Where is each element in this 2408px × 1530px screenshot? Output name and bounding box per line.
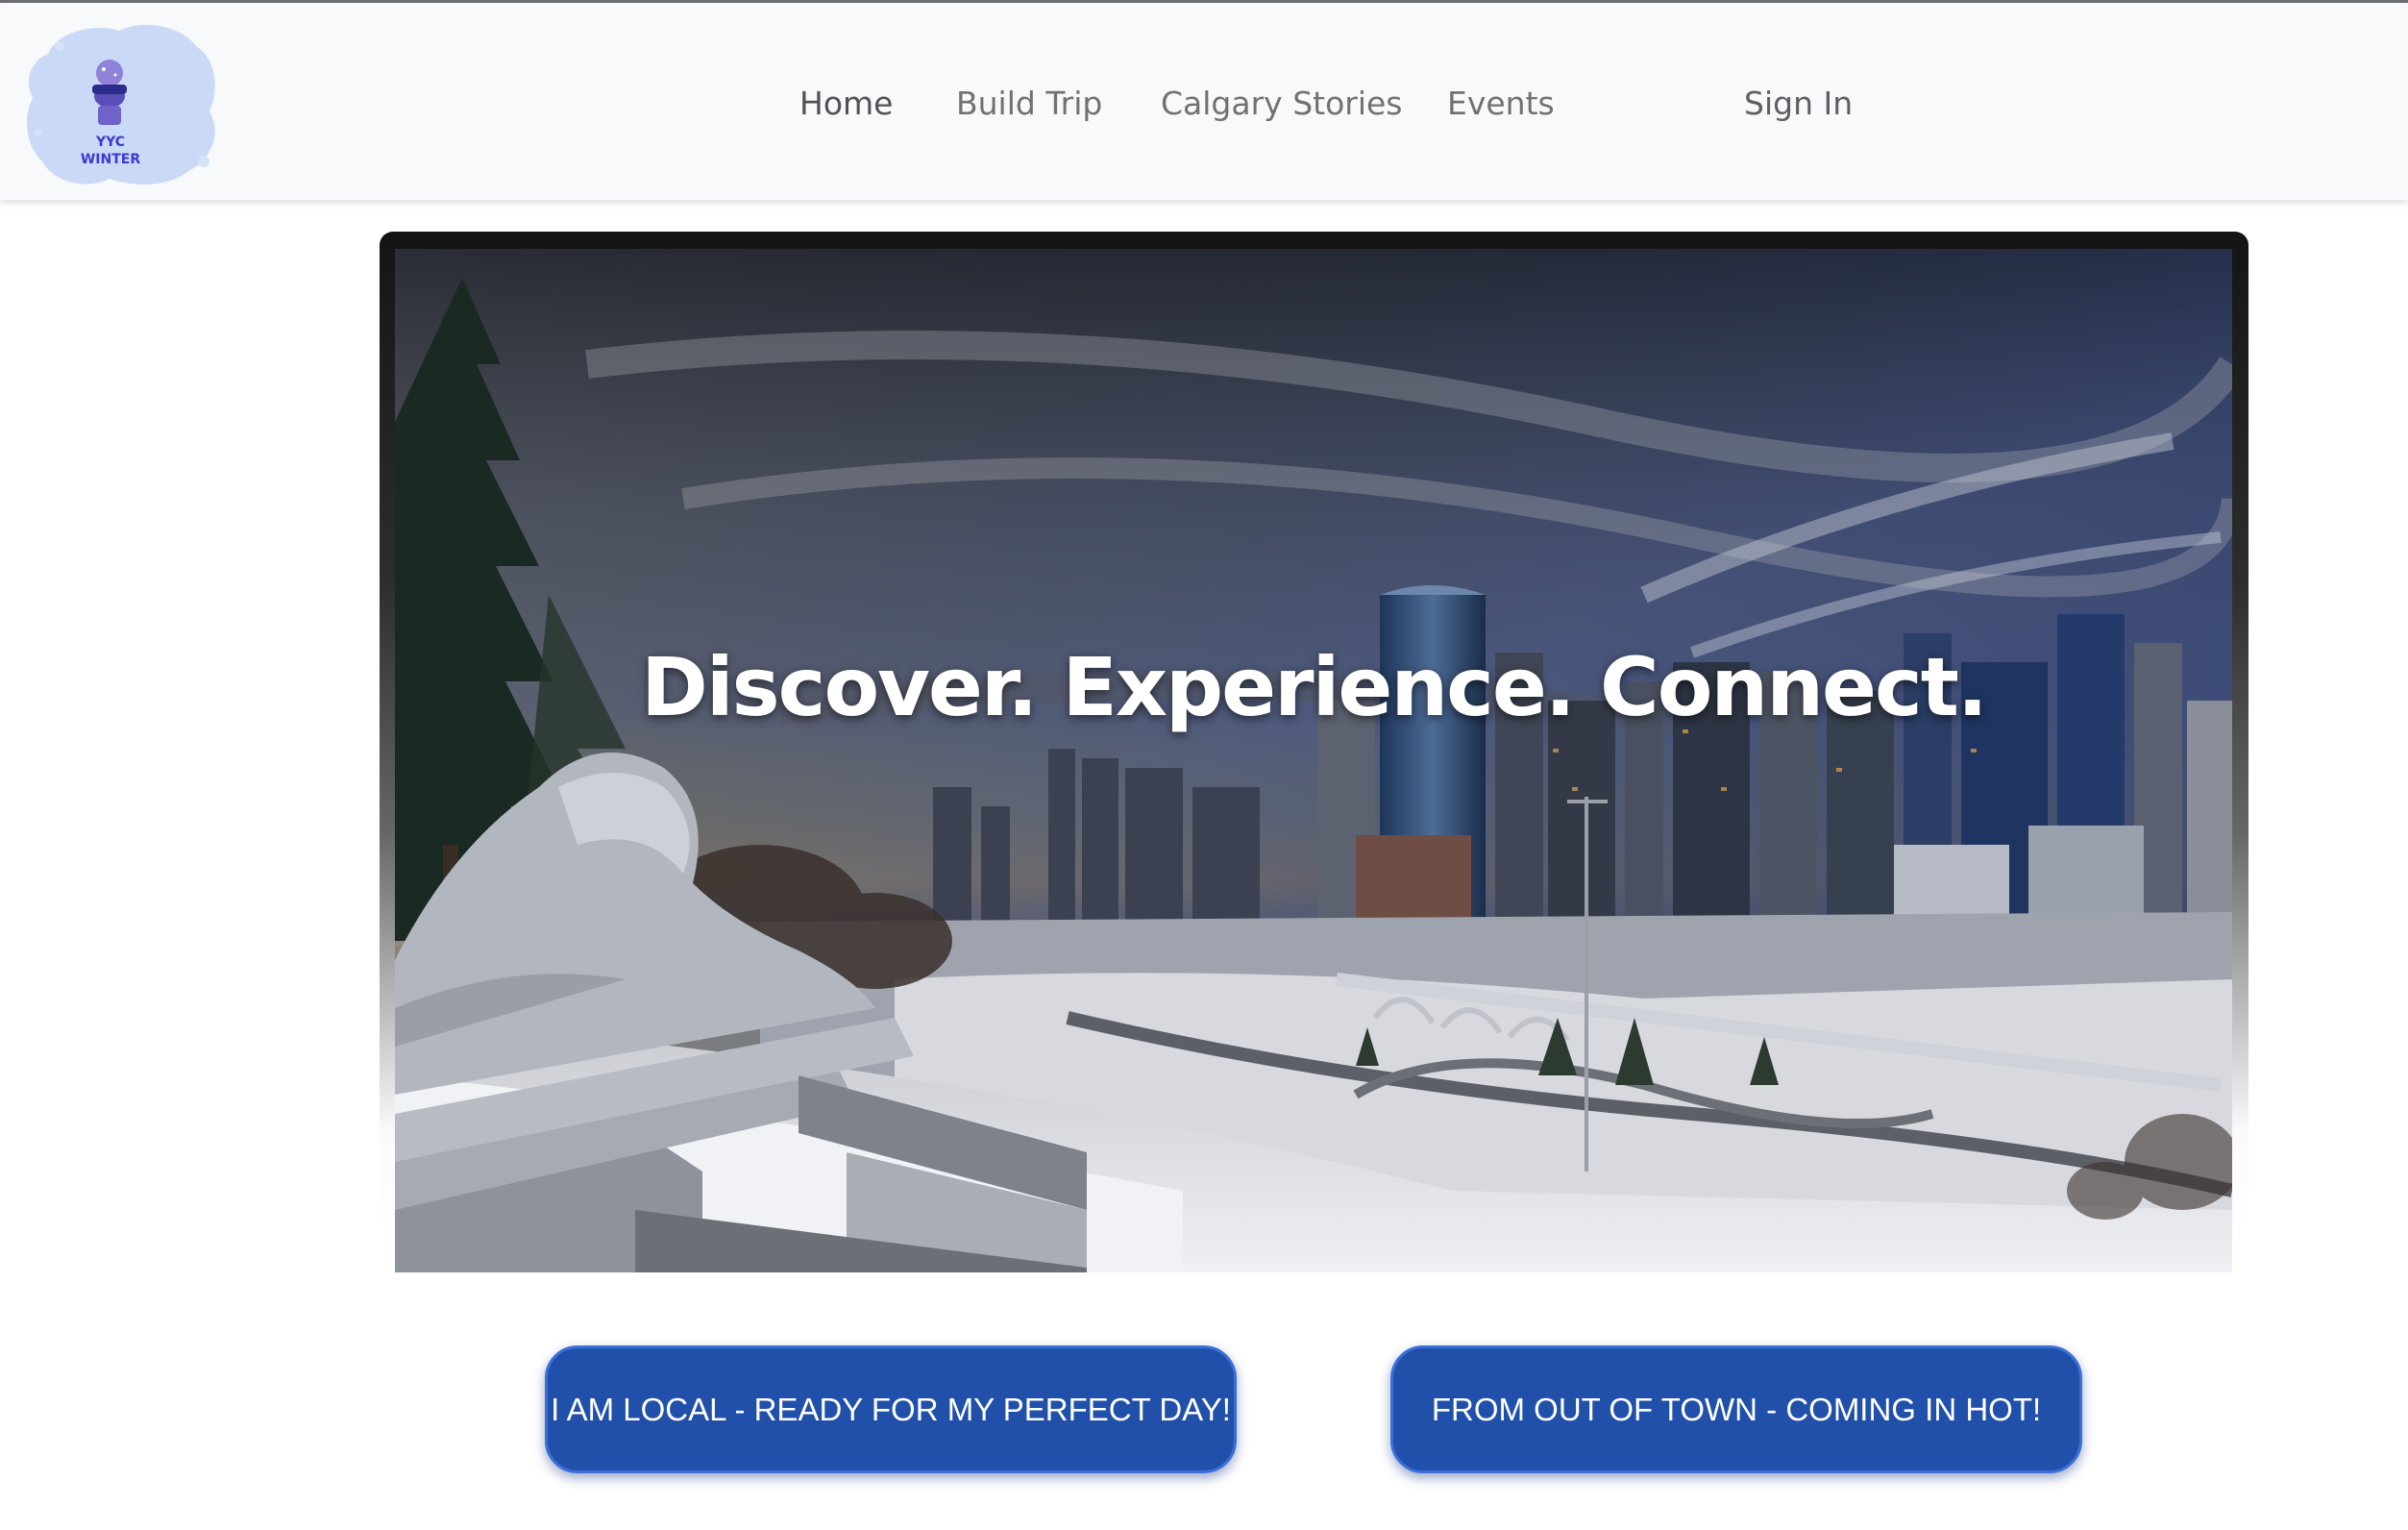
nav-calgary-stories[interactable]: Calgary Stories <box>1161 80 1403 128</box>
hero-image <box>395 249 2232 1272</box>
logo-text-line2: WINTER <box>81 152 140 167</box>
logo-splash-icon: YYC WINTER <box>27 24 215 185</box>
nav-sign-in[interactable]: Sign In <box>1744 80 1853 128</box>
logo[interactable]: YYC WINTER <box>21 17 223 192</box>
nav-home[interactable]: Home <box>799 80 893 128</box>
calgary-skyline-image <box>395 249 2232 1272</box>
logo-text-line1: YYC <box>95 135 125 150</box>
hero-title: Discover. Experience. Connect. <box>641 640 1988 735</box>
navbar: YYC WINTER Home Build Trip Calgary Stori… <box>0 3 2408 200</box>
nav-build-trip[interactable]: Build Trip <box>956 80 1102 128</box>
nav-events[interactable]: Events <box>1447 80 1555 128</box>
cta-local-button[interactable]: I AM LOCAL - READY FOR MY PERFECT DAY! <box>545 1345 1237 1473</box>
cta-out-of-town-button[interactable]: FROM OUT OF TOWN - COMING IN HOT! <box>1390 1345 2082 1473</box>
